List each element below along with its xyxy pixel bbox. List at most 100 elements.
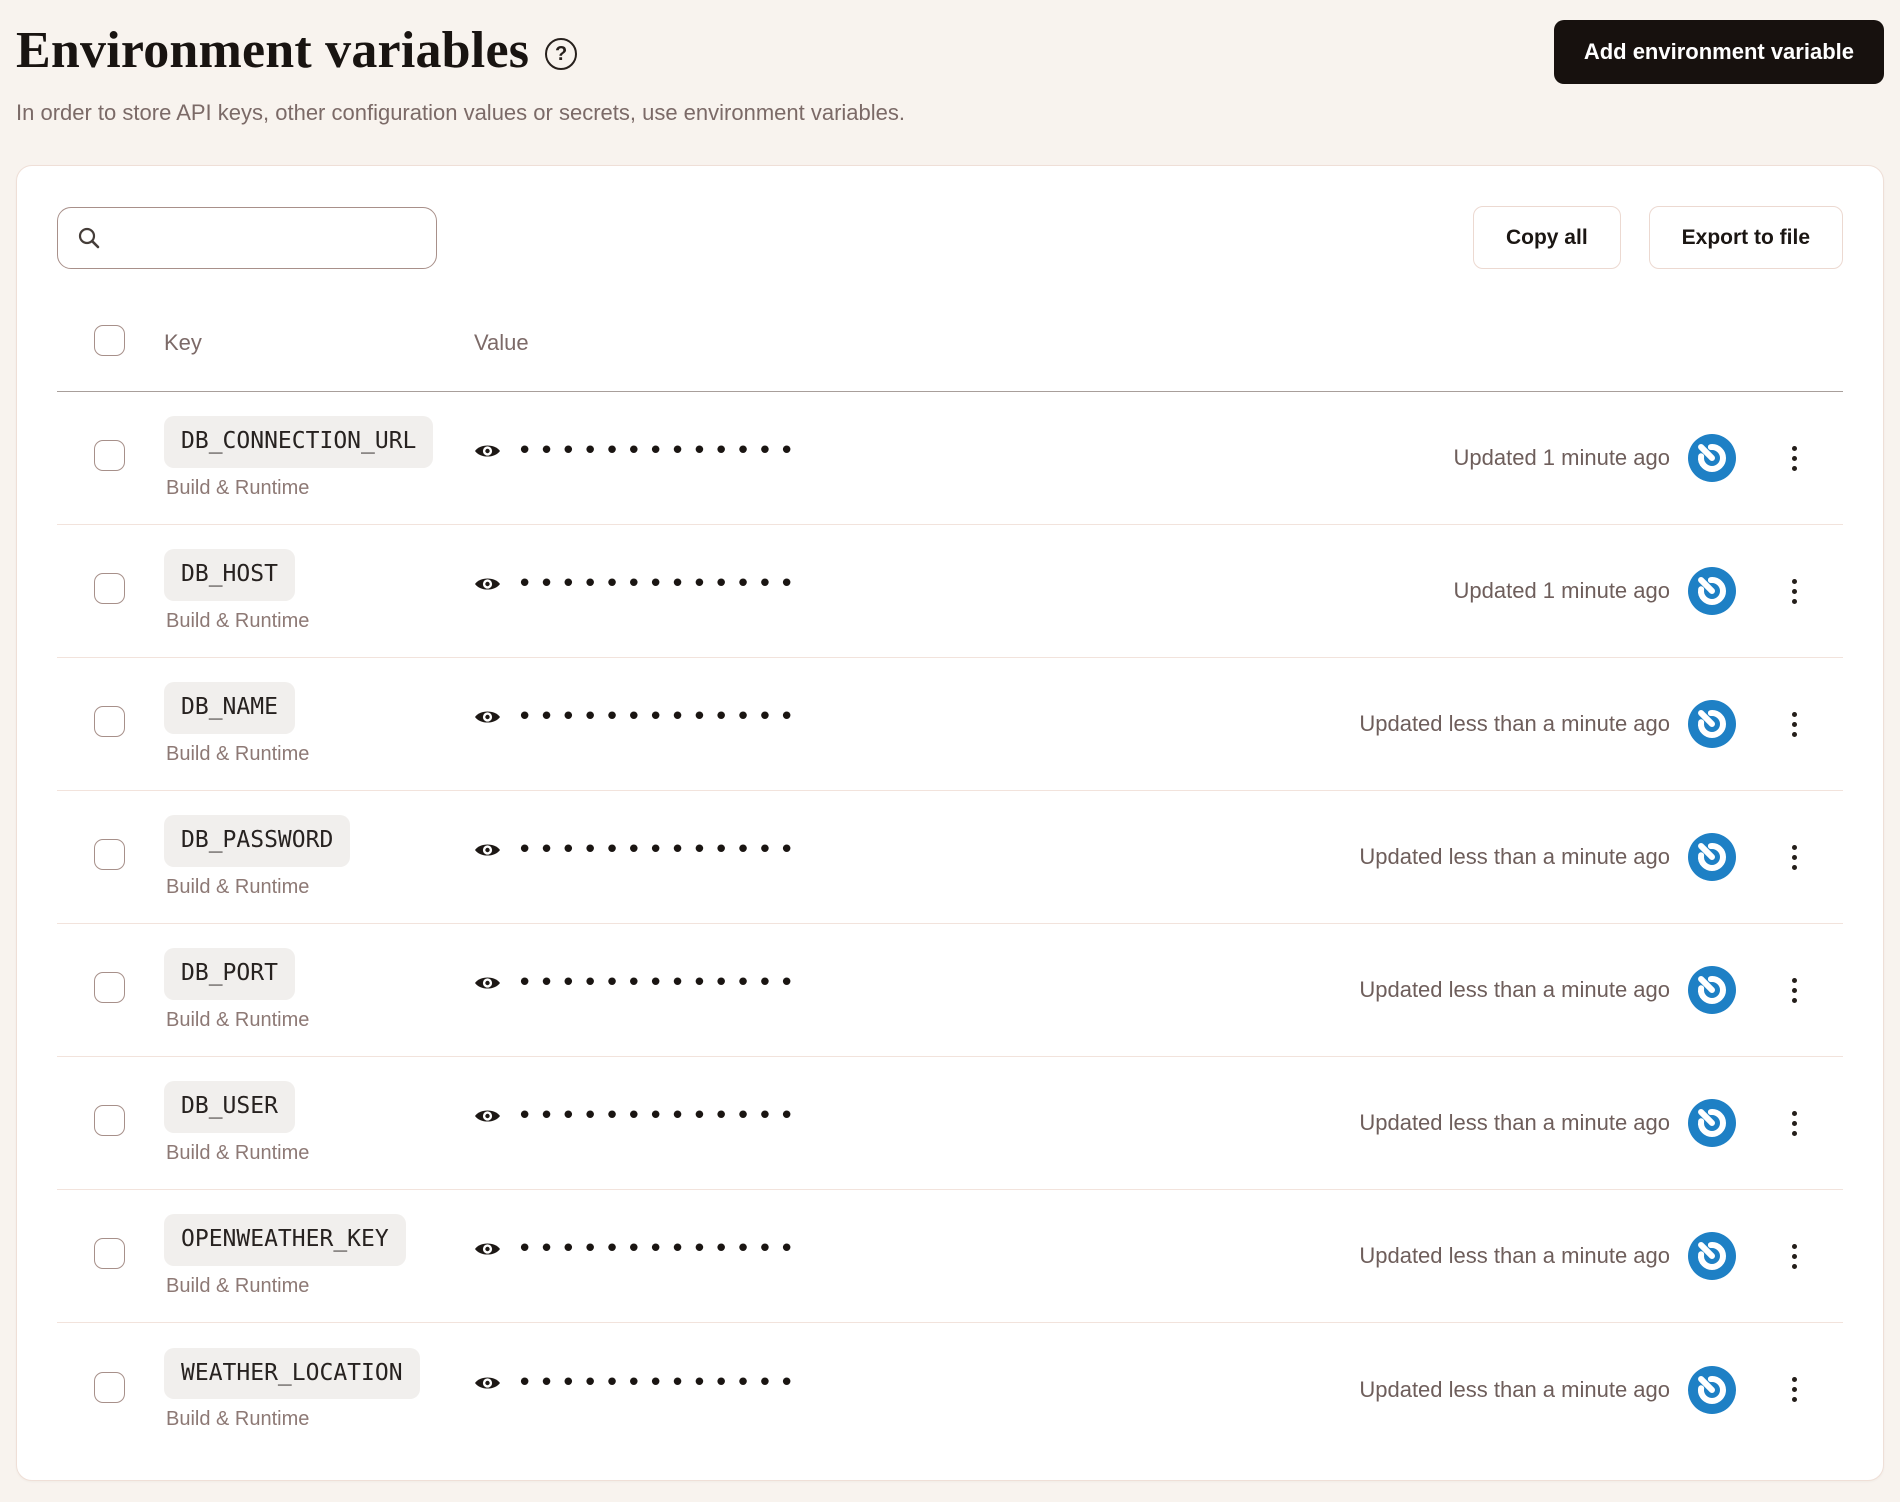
- kebab-dot: [1792, 598, 1797, 604]
- row-menu-kebab-button[interactable]: [1788, 573, 1801, 610]
- kebab-dot: [1792, 1253, 1797, 1259]
- reveal-value-button[interactable]: [474, 442, 501, 460]
- reveal-value-button[interactable]: [474, 708, 501, 726]
- page-title: Environment variables: [16, 22, 530, 79]
- eye-icon: [475, 844, 500, 856]
- row-menu-kebab-button[interactable]: [1788, 706, 1801, 743]
- meta-cell: Updated less than a minute ago: [1359, 700, 1801, 748]
- row-checkbox-cell: [57, 1371, 164, 1408]
- key-column-header: Key: [164, 330, 202, 355]
- meta-cell: Updated less than a minute ago: [1359, 833, 1801, 881]
- row-checkbox-cell: [57, 1105, 164, 1141]
- title-wrap: Environment variables ?: [16, 18, 578, 84]
- row-menu-kebab-button[interactable]: [1788, 1371, 1801, 1408]
- table-row: OPENWEATHER_KEY Build & Runtime ••••••••…: [57, 1190, 1843, 1323]
- key-cell: DB_HOST Build & Runtime: [164, 549, 474, 633]
- env-scope-label: Build & Runtime: [166, 875, 310, 898]
- sync-pending-icon: [1688, 833, 1736, 881]
- kebab-dot: [1792, 721, 1797, 727]
- reveal-value-button[interactable]: [474, 974, 501, 992]
- updated-timestamp: Updated less than a minute ago: [1359, 1376, 1670, 1402]
- environment-variables-page: Environment variables ? Add environment …: [0, 0, 1900, 1481]
- masked-value: •••••••••••••: [517, 835, 801, 865]
- row-checkbox[interactable]: [94, 972, 125, 1003]
- reveal-value-button[interactable]: [474, 841, 501, 859]
- kebab-dot: [1792, 578, 1797, 584]
- kebab-dot: [1792, 455, 1797, 461]
- sync-pending-icon: [1688, 1232, 1736, 1280]
- updated-timestamp: Updated less than a minute ago: [1359, 1243, 1670, 1268]
- table-row: DB_USER Build & Runtime ••••••••••••• Up…: [57, 1057, 1843, 1190]
- kebab-dot: [1792, 1110, 1797, 1116]
- table-row: DB_CONNECTION_URL Build & Runtime ••••••…: [57, 392, 1843, 525]
- env-key-chip: DB_PASSWORD: [164, 815, 351, 867]
- row-checkbox[interactable]: [94, 1105, 125, 1136]
- updated-timestamp: Updated 1 minute ago: [1453, 578, 1671, 603]
- masked-value: •••••••••••••: [517, 1101, 801, 1131]
- kebab-dot: [1792, 1263, 1797, 1269]
- meta-cell: Updated less than a minute ago: [1359, 966, 1801, 1014]
- row-checkbox[interactable]: [94, 440, 125, 471]
- row-checkbox[interactable]: [94, 573, 125, 604]
- reveal-value-button[interactable]: [474, 1107, 501, 1125]
- value-cell: •••••••••••••: [474, 704, 1359, 730]
- row-menu-kebab-button[interactable]: [1788, 440, 1801, 477]
- env-key-chip: DB_NAME: [164, 682, 295, 734]
- table-row: DB_PASSWORD Build & Runtime ••••••••••••…: [57, 791, 1843, 924]
- updated-timestamp: Updated less than a minute ago: [1359, 711, 1670, 736]
- masked-value: •••••••••••••: [517, 569, 801, 599]
- row-menu-kebab-button[interactable]: [1788, 1105, 1801, 1142]
- export-to-file-button[interactable]: Export to file: [1648, 206, 1843, 269]
- sync-pending-icon: [1688, 1099, 1736, 1147]
- masked-value: •••••••••••••: [517, 1234, 801, 1264]
- row-menu-kebab-button[interactable]: [1788, 1238, 1801, 1275]
- env-scope-label: Build & Runtime: [166, 1408, 310, 1431]
- key-cell: WEATHER_LOCATION Build & Runtime: [164, 1347, 474, 1432]
- env-scope-label: Build & Runtime: [166, 609, 310, 632]
- env-key-chip: DB_PORT: [164, 948, 295, 1000]
- row-menu-kebab-button[interactable]: [1788, 972, 1801, 1009]
- kebab-dot: [1792, 1387, 1797, 1392]
- row-checkbox[interactable]: [94, 706, 125, 737]
- row-menu-kebab-button[interactable]: [1788, 839, 1801, 876]
- add-environment-variable-button[interactable]: Add environment variable: [1553, 20, 1884, 84]
- copy-all-button[interactable]: Copy all: [1472, 206, 1621, 269]
- select-all-checkbox[interactable]: [94, 325, 125, 356]
- kebab-dot: [1792, 997, 1797, 1003]
- kebab-dot: [1792, 864, 1797, 870]
- env-key-chip: OPENWEATHER_KEY: [164, 1214, 406, 1266]
- value-column-header: Value: [474, 330, 529, 355]
- row-checkbox[interactable]: [94, 839, 125, 870]
- kebab-dot: [1792, 854, 1797, 860]
- updated-timestamp: Updated less than a minute ago: [1359, 844, 1670, 869]
- value-cell: •••••••••••••: [474, 1370, 1359, 1396]
- sync-pending-icon: [1688, 700, 1736, 748]
- masked-value: •••••••••••••: [517, 702, 801, 732]
- key-cell: DB_NAME Build & Runtime: [164, 682, 474, 766]
- value-cell: •••••••••••••: [474, 1103, 1359, 1129]
- eye-icon: [475, 977, 500, 989]
- key-cell: OPENWEATHER_KEY Build & Runtime: [164, 1214, 474, 1298]
- table-row: DB_HOST Build & Runtime ••••••••••••• Up…: [57, 525, 1843, 658]
- table-header-row: Key Value: [57, 325, 1843, 392]
- masked-value: •••••••••••••: [517, 436, 801, 466]
- value-cell: •••••••••••••: [474, 837, 1359, 863]
- row-checkbox[interactable]: [94, 1238, 125, 1269]
- key-cell: DB_PORT Build & Runtime: [164, 948, 474, 1032]
- env-key-chip: WEATHER_LOCATION: [164, 1347, 420, 1400]
- row-checkbox[interactable]: [94, 1371, 125, 1403]
- key-cell: DB_PASSWORD Build & Runtime: [164, 815, 474, 899]
- env-scope-label: Build & Runtime: [166, 742, 310, 765]
- reveal-value-button[interactable]: [474, 575, 501, 593]
- row-checkbox-cell: [57, 972, 164, 1008]
- help-icon[interactable]: ?: [545, 38, 578, 70]
- env-key-chip: DB_USER: [164, 1081, 295, 1133]
- search-input[interactable]: [114, 207, 418, 268]
- row-checkbox-cell: [57, 1238, 164, 1274]
- masked-value: •••••••••••••: [517, 968, 801, 998]
- reveal-value-button[interactable]: [474, 1240, 501, 1258]
- reveal-value-button[interactable]: [474, 1374, 501, 1392]
- masked-value: •••••••••••••: [517, 1367, 801, 1398]
- search-box[interactable]: [57, 206, 437, 269]
- value-cell: •••••••••••••: [474, 571, 1454, 597]
